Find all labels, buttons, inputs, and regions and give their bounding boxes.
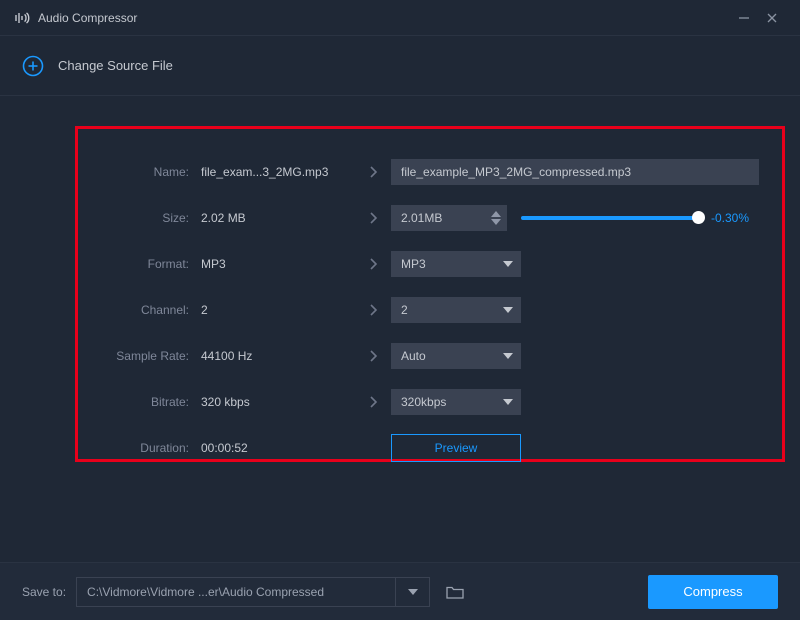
chevron-down-icon (503, 353, 513, 359)
label-sample-rate: Sample Rate: (96, 349, 195, 363)
output-channel-select[interactable]: 2 (391, 297, 521, 323)
app-icon (14, 10, 30, 26)
compress-button[interactable]: Compress (648, 575, 778, 609)
src-sample-rate: 44100 Hz (195, 349, 355, 363)
output-bitrate-value: 320kbps (401, 395, 446, 409)
chevron-down-icon (503, 307, 513, 313)
chevron-down-icon (503, 399, 513, 405)
chevron-right-icon (355, 303, 391, 317)
chevron-right-icon (355, 211, 391, 225)
row-format: Format: MP3 MP3 (96, 241, 764, 287)
size-reduction-pct: -0.30% (711, 211, 749, 225)
src-bitrate: 320 kbps (195, 395, 355, 409)
output-name-value: file_example_MP3_2MG_compressed.mp3 (401, 165, 631, 179)
save-path-dropdown[interactable] (396, 577, 430, 607)
save-path-field[interactable]: C:\Vidmore\Vidmore ...er\Audio Compresse… (76, 577, 396, 607)
src-format: MP3 (195, 257, 355, 271)
row-sample-rate: Sample Rate: 44100 Hz Auto (96, 333, 764, 379)
chevron-right-icon (355, 257, 391, 271)
change-source-label: Change Source File (58, 58, 173, 73)
close-button[interactable] (758, 4, 786, 32)
output-size-stepper[interactable]: 2.01MB (391, 205, 507, 231)
label-channel: Channel: (96, 303, 195, 317)
app-title: Audio Compressor (38, 11, 137, 25)
label-size: Size: (96, 211, 195, 225)
size-slider[interactable] (521, 216, 699, 220)
output-sample-rate-select[interactable]: Auto (391, 343, 521, 369)
output-bitrate-select[interactable]: 320kbps (391, 389, 521, 415)
row-name: Name: file_exam...3_2MG.mp3 file_example… (96, 149, 764, 195)
chevron-right-icon (355, 349, 391, 363)
chevron-right-icon (355, 165, 391, 179)
change-source-row[interactable]: Change Source File (0, 36, 800, 96)
output-name-field[interactable]: file_example_MP3_2MG_compressed.mp3 (391, 159, 759, 185)
save-path-value: C:\Vidmore\Vidmore ...er\Audio Compresse… (87, 585, 324, 599)
src-name: file_exam...3_2MG.mp3 (195, 165, 355, 179)
preview-label: Preview (435, 441, 478, 455)
slider-thumb[interactable] (692, 211, 705, 224)
row-size: Size: 2.02 MB 2.01MB -0.30% (96, 195, 764, 241)
chevron-right-icon (355, 395, 391, 409)
src-channel: 2 (195, 303, 355, 317)
titlebar: Audio Compressor (0, 0, 800, 36)
output-size-value: 2.01MB (401, 211, 442, 225)
row-duration: Duration: 00:00:52 Preview (96, 425, 764, 471)
add-circle-icon (22, 55, 44, 77)
src-size: 2.02 MB (195, 211, 355, 225)
row-channel: Channel: 2 2 (96, 287, 764, 333)
preview-button[interactable]: Preview (391, 434, 521, 462)
bottom-bar: Save to: C:\Vidmore\Vidmore ...er\Audio … (0, 562, 800, 620)
stepper-arrows-icon[interactable] (491, 211, 501, 225)
chevron-down-icon (503, 261, 513, 267)
row-bitrate: Bitrate: 320 kbps 320kbps (96, 379, 764, 425)
label-duration: Duration: (96, 441, 195, 455)
label-name: Name: (96, 165, 195, 179)
compress-label: Compress (683, 584, 742, 599)
output-channel-value: 2 (401, 303, 408, 317)
output-sample-rate-value: Auto (401, 349, 426, 363)
src-duration: 00:00:52 (195, 441, 355, 455)
output-format-value: MP3 (401, 257, 426, 271)
output-format-select[interactable]: MP3 (391, 251, 521, 277)
minimize-button[interactable] (730, 4, 758, 32)
label-format: Format: (96, 257, 195, 271)
settings-panel: Name: file_exam...3_2MG.mp3 file_example… (75, 126, 785, 462)
saveto-label: Save to: (22, 585, 66, 599)
open-folder-button[interactable] (440, 577, 470, 607)
label-bitrate: Bitrate: (96, 395, 195, 409)
